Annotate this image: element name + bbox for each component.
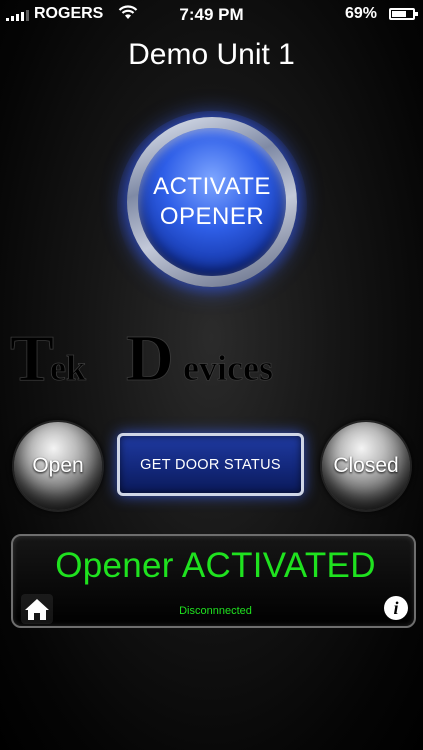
activate-label-line1: ACTIVATE xyxy=(153,173,271,200)
logo-letter-d: D xyxy=(126,328,174,388)
logo-evices: evices xyxy=(183,348,273,388)
battery-percentage: 69% xyxy=(344,5,377,22)
home-icon xyxy=(25,599,49,620)
status-message: Opener ACTIVATED xyxy=(55,546,376,585)
connection-status: Disconnnected xyxy=(179,605,252,617)
battery-icon xyxy=(389,8,418,20)
status-display: Opener ACTIVATED Disconnnected i xyxy=(11,534,416,628)
activate-opener-button[interactable]: ACTIVATE OPENER xyxy=(138,128,286,276)
status-bar: ROGERS 7:49 PM 69% xyxy=(0,0,423,28)
logo-letter-t: T xyxy=(10,328,54,388)
closed-indicator-button[interactable]: Closed xyxy=(320,420,412,512)
page-title: Demo Unit 1 xyxy=(128,38,295,71)
info-icon[interactable]: i xyxy=(384,596,408,620)
home-button[interactable] xyxy=(21,594,53,624)
activate-label-line2: OPENER xyxy=(159,203,265,230)
get-door-status-button[interactable]: GET DOOR STATUS xyxy=(117,433,304,496)
tekdevices-logo: T ek D evices xyxy=(10,328,274,388)
logo-ek: ek xyxy=(50,348,86,388)
open-indicator-button[interactable]: Open xyxy=(12,420,104,512)
